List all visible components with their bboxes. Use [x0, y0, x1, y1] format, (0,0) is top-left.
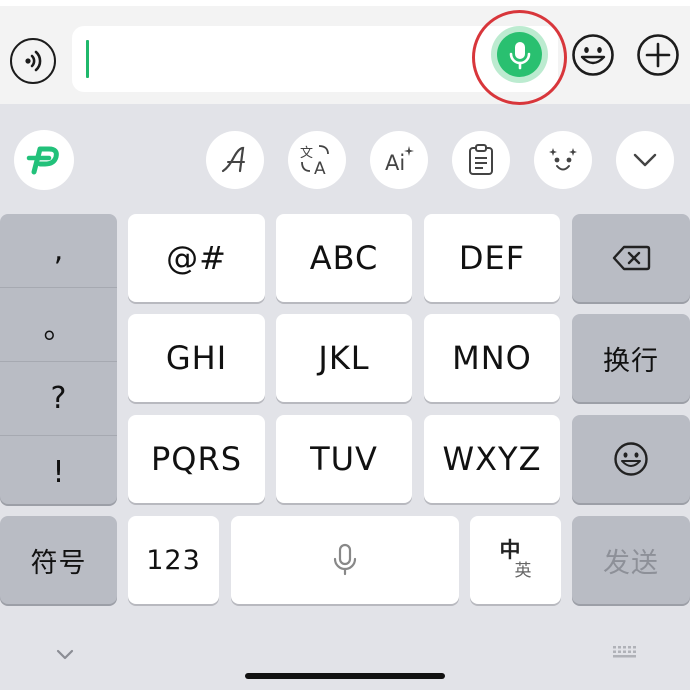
tool-collapse-toolbar[interactable]	[616, 131, 674, 189]
tool-clipboard[interactable]	[452, 131, 510, 189]
key-symbols-at[interactable]: @#	[128, 214, 265, 302]
plus-icon	[637, 34, 679, 76]
svg-text:文: 文	[300, 146, 313, 161]
tool-font-style[interactable]	[206, 131, 264, 189]
keyboard-switch-button[interactable]	[610, 644, 640, 660]
key-abc[interactable]: ABC	[276, 214, 412, 302]
tool-ai[interactable]: Ai	[370, 131, 428, 189]
chevron-down-icon	[56, 649, 74, 660]
key-mno[interactable]: MNO	[424, 314, 560, 402]
microphone-icon	[509, 41, 530, 69]
keyboard-logo-button[interactable]	[14, 130, 74, 190]
punct-comma[interactable]: ,	[0, 214, 117, 287]
collapse-keyboard-button[interactable]	[52, 645, 78, 663]
emoji-icon	[614, 442, 648, 476]
microphone-icon	[333, 543, 357, 576]
home-indicator	[245, 673, 445, 679]
punctuation-column: , 。 ? !	[0, 214, 117, 504]
text-caret	[86, 40, 89, 78]
ai-icon: Ai	[385, 146, 414, 175]
language-switch-key[interactable]: 中 英	[470, 516, 561, 604]
send-key[interactable]: 发送	[572, 516, 690, 604]
lang-secondary-label: 英	[514, 561, 533, 581]
translate-icon: 文 A	[300, 145, 329, 178]
key-ghi[interactable]: GHI	[128, 314, 265, 402]
key-wxyz[interactable]: WXYZ	[424, 415, 560, 503]
key-def[interactable]: DEF	[424, 214, 560, 302]
voice-mode-toggle[interactable]	[10, 38, 56, 84]
emoji-button[interactable]	[570, 32, 616, 78]
more-button[interactable]	[635, 32, 681, 78]
backspace-icon	[612, 245, 651, 271]
svg-text:A: A	[314, 159, 326, 178]
key-pqrs[interactable]: PQRS	[128, 415, 265, 503]
space-voice-key[interactable]	[231, 516, 459, 604]
font-style-icon	[221, 146, 245, 173]
lang-primary-label: 中	[499, 538, 522, 562]
key-tuv[interactable]: TUV	[276, 415, 412, 503]
svg-text:Ai: Ai	[385, 151, 405, 175]
punct-exclamation[interactable]: !	[0, 436, 117, 509]
voice-input-button[interactable]	[497, 32, 542, 77]
emoji-key[interactable]	[572, 415, 690, 503]
keyboard-toolbar: 文 A Ai	[0, 104, 690, 210]
keyboard-icon	[613, 646, 636, 658]
emoji-icon	[572, 34, 614, 76]
punct-period[interactable]: 。	[0, 288, 117, 361]
newline-key[interactable]: 换行	[572, 314, 690, 402]
numbers-key[interactable]: 123	[128, 516, 219, 604]
clipboard-icon	[469, 144, 493, 175]
sound-wave-icon	[25, 50, 42, 72]
symbols-key[interactable]: 符号	[0, 516, 117, 604]
tool-translate[interactable]: 文 A	[288, 131, 346, 189]
key-jkl[interactable]: JKL	[276, 314, 412, 402]
backspace-key[interactable]	[572, 214, 690, 302]
emoji-face-icon	[549, 148, 577, 171]
chevron-down-icon	[633, 153, 657, 167]
tool-emoji-face[interactable]	[534, 131, 592, 189]
tencent-p-logo-icon	[26, 146, 59, 175]
punct-question[interactable]: ?	[0, 362, 117, 435]
